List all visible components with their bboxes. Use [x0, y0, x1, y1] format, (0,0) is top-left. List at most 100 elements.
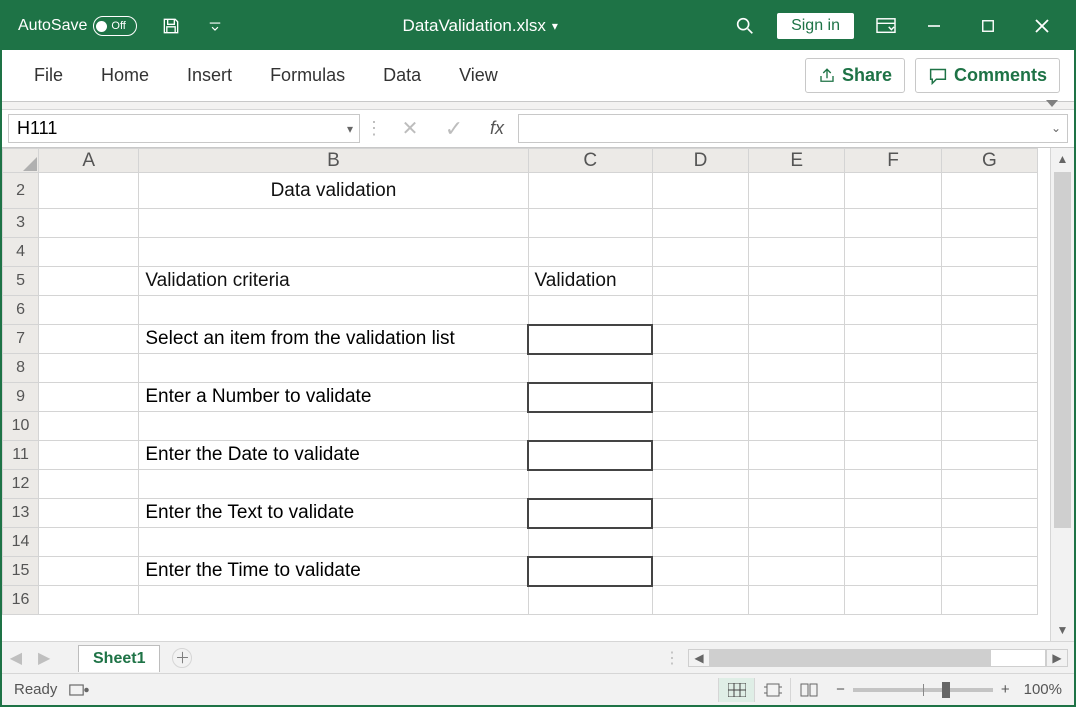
cell-E2[interactable] — [749, 173, 845, 209]
cell-D12[interactable] — [652, 470, 748, 499]
cell-A12[interactable] — [39, 470, 139, 499]
horizontal-scrollbar[interactable]: ◀ ▶ — [688, 648, 1068, 668]
autosave-toggle[interactable]: AutoSave Off — [8, 16, 147, 36]
hscroll-thumb[interactable] — [711, 650, 991, 666]
cell-F3[interactable] — [845, 209, 941, 238]
cell-B5[interactable]: Validation criteria — [139, 267, 528, 296]
cell-B2[interactable]: Data validation — [139, 173, 528, 209]
cell-B16[interactable] — [139, 586, 528, 615]
cell-F8[interactable] — [845, 354, 941, 383]
cell-E3[interactable] — [749, 209, 845, 238]
cell-C14[interactable] — [528, 528, 652, 557]
col-header-E[interactable]: E — [749, 149, 845, 173]
cell-C12[interactable] — [528, 470, 652, 499]
save-button[interactable] — [151, 2, 191, 50]
row-header-9[interactable]: 9 — [3, 383, 39, 412]
cell-E11[interactable] — [749, 441, 845, 470]
cell-B13[interactable]: Enter the Text to validate — [139, 499, 528, 528]
cell-B6[interactable] — [139, 296, 528, 325]
row-header-11[interactable]: 11 — [3, 441, 39, 470]
cell-G8[interactable] — [941, 354, 1037, 383]
cell-F7[interactable] — [845, 325, 941, 354]
cell-C16[interactable] — [528, 586, 652, 615]
cell-A8[interactable] — [39, 354, 139, 383]
qat-customize-button[interactable] — [195, 2, 235, 50]
row-header-3[interactable]: 3 — [3, 209, 39, 238]
cell-E5[interactable] — [749, 267, 845, 296]
formula-expand-icon[interactable]: ⌄ — [1051, 121, 1061, 135]
cell-E6[interactable] — [749, 296, 845, 325]
comments-button[interactable]: Comments — [915, 58, 1060, 93]
col-header-A[interactable]: A — [39, 149, 139, 173]
cell-C7[interactable] — [528, 325, 652, 354]
view-normal-button[interactable] — [718, 678, 754, 702]
view-page-layout-button[interactable] — [754, 678, 790, 702]
cell-G13[interactable] — [941, 499, 1037, 528]
sheet-nav[interactable]: ◀▶ — [2, 648, 58, 668]
tab-view[interactable]: View — [441, 57, 516, 94]
cell-F5[interactable] — [845, 267, 941, 296]
row-header-12[interactable]: 12 — [3, 470, 39, 499]
cell-A2[interactable] — [39, 173, 139, 209]
cell-C9[interactable] — [528, 383, 652, 412]
cell-F6[interactable] — [845, 296, 941, 325]
row-header-6[interactable]: 6 — [3, 296, 39, 325]
cell-C15[interactable] — [528, 557, 652, 586]
hscroll-track[interactable] — [710, 649, 1046, 667]
cell-B10[interactable] — [139, 412, 528, 441]
zoom-knob[interactable] — [942, 682, 950, 698]
cell-C5[interactable]: Validation — [528, 267, 652, 296]
cell-F11[interactable] — [845, 441, 941, 470]
cell-G6[interactable] — [941, 296, 1037, 325]
cell-D2[interactable] — [652, 173, 748, 209]
fx-icon[interactable]: fx — [476, 110, 518, 147]
cell-G2[interactable] — [941, 173, 1037, 209]
tab-drag-handle[interactable]: ⋮ — [664, 648, 682, 668]
cell-C3[interactable] — [528, 209, 652, 238]
row-header-10[interactable]: 10 — [3, 412, 39, 441]
cell-F16[interactable] — [845, 586, 941, 615]
ribbon-display-button[interactable] — [866, 2, 906, 50]
cell-E13[interactable] — [749, 499, 845, 528]
cell-D4[interactable] — [652, 238, 748, 267]
cell-B14[interactable] — [139, 528, 528, 557]
cell-G10[interactable] — [941, 412, 1037, 441]
cell-B15[interactable]: Enter the Time to validate — [139, 557, 528, 586]
cell-D7[interactable] — [652, 325, 748, 354]
cell-C6[interactable] — [528, 296, 652, 325]
cell-F4[interactable] — [845, 238, 941, 267]
cell-B3[interactable] — [139, 209, 528, 238]
cell-A7[interactable] — [39, 325, 139, 354]
view-page-break-button[interactable] — [790, 678, 826, 702]
cell-G4[interactable] — [941, 238, 1037, 267]
hscroll-right-button[interactable]: ▶ — [1046, 649, 1068, 667]
cell-C8[interactable] — [528, 354, 652, 383]
cell-D13[interactable] — [652, 499, 748, 528]
cell-F13[interactable] — [845, 499, 941, 528]
close-button[interactable] — [1016, 2, 1068, 50]
cell-A9[interactable] — [39, 383, 139, 412]
sheet-tab-1[interactable]: Sheet1 — [78, 645, 160, 672]
row-header-4[interactable]: 4 — [3, 238, 39, 267]
cell-E10[interactable] — [749, 412, 845, 441]
cell-E15[interactable] — [749, 557, 845, 586]
sheet-prev-icon[interactable]: ◀ — [10, 648, 22, 668]
maximize-button[interactable] — [962, 2, 1014, 50]
signin-button[interactable]: Sign in — [777, 13, 854, 39]
cell-D3[interactable] — [652, 209, 748, 238]
name-box-dropdown-icon[interactable]: ▾ — [347, 122, 353, 136]
cell-C4[interactable] — [528, 238, 652, 267]
tab-data[interactable]: Data — [365, 57, 439, 94]
col-header-B[interactable]: B — [139, 149, 528, 173]
col-header-C[interactable]: C — [528, 149, 652, 173]
cell-E16[interactable] — [749, 586, 845, 615]
cell-C11[interactable] — [528, 441, 652, 470]
zoom-level[interactable]: 100% — [1024, 681, 1062, 698]
cell-D14[interactable] — [652, 528, 748, 557]
hscroll-left-button[interactable]: ◀ — [688, 649, 710, 667]
cell-F12[interactable] — [845, 470, 941, 499]
cell-A6[interactable] — [39, 296, 139, 325]
col-header-D[interactable]: D — [652, 149, 748, 173]
tab-home[interactable]: Home — [83, 57, 167, 94]
cell-D15[interactable] — [652, 557, 748, 586]
